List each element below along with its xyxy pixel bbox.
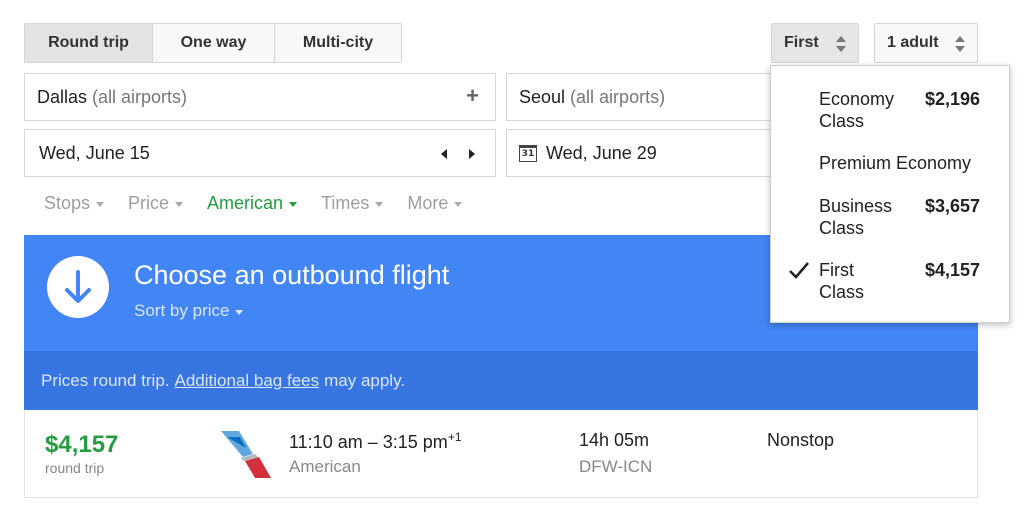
flight-times: 11:10 am – 3:15 pm+1: [289, 430, 462, 453]
flight-stops: Nonstop: [767, 430, 835, 450]
flight-result-row[interactable]: $4,157 round trip 11:10 am – 3:15 pm+1 A…: [24, 410, 978, 498]
notice-text-end: may apply.: [324, 370, 406, 390]
down-arrow-circle-icon: [47, 256, 109, 318]
arrow-left-icon[interactable]: [441, 149, 447, 159]
time-separator: –: [367, 432, 378, 452]
filter-stops[interactable]: Stops: [44, 193, 105, 214]
cabin-class-value: First: [784, 34, 819, 51]
option-price: $2,196: [924, 89, 980, 109]
select-arrows-icon: [955, 35, 965, 53]
day-offset: +1: [447, 430, 462, 444]
checkmark-icon: [788, 259, 810, 286]
return-date-value: Wed, June 29: [546, 142, 657, 163]
arrive-time: 3:15 pm: [382, 432, 448, 452]
destination-qualifier: (all airports): [570, 86, 666, 107]
depart-date-value: Wed, June 15: [39, 142, 150, 163]
destination-city: Seoul: [519, 86, 566, 107]
origin-qualifier: (all airports): [92, 86, 188, 107]
one-way-button[interactable]: One way: [153, 24, 275, 62]
caret-down-icon: [235, 309, 244, 315]
round-trip-button[interactable]: Round trip: [25, 24, 153, 62]
notice-text: Prices round trip.: [41, 370, 170, 390]
filter-more[interactable]: More: [407, 193, 463, 214]
caret-down-icon: [375, 202, 384, 207]
arrow-right-icon[interactable]: [469, 149, 475, 159]
filter-label: Times: [321, 193, 370, 213]
flight-price: $4,157: [45, 431, 119, 458]
filter-label: American: [207, 193, 284, 213]
filter-airline[interactable]: American: [207, 193, 298, 214]
filter-price[interactable]: Price: [128, 193, 184, 214]
sort-label: Sort by price: [134, 301, 230, 320]
american-airlines-logo: [219, 426, 275, 487]
banner-title: Choose an outbound flight: [134, 260, 450, 290]
cabin-option-business[interactable]: Business Class $3,657: [771, 195, 1009, 239]
flight-duration: 14h 05m: [579, 430, 650, 450]
date-nav: [441, 149, 475, 159]
price-note: round trip: [45, 460, 105, 476]
cabin-option-premium-economy[interactable]: Premium Economy: [771, 152, 1009, 174]
cabin-option-economy[interactable]: Economy Class $2,196: [771, 88, 1009, 132]
trip-type-selector: Round trip One way Multi-city: [24, 23, 402, 63]
option-label: Premium Economy: [819, 153, 972, 173]
airline-name: American: [289, 457, 361, 476]
filter-label: More: [407, 193, 449, 213]
multi-city-button[interactable]: Multi-city: [275, 24, 401, 62]
bag-fees-link[interactable]: Additional bag fees: [175, 371, 320, 391]
passengers-select[interactable]: 1 adult: [874, 23, 978, 63]
price-notice: Prices round trip. Additional bag fees m…: [24, 351, 978, 410]
caret-down-icon: [454, 202, 463, 207]
origin-city: Dallas: [37, 86, 88, 107]
depart-time: 11:10 am: [289, 432, 363, 452]
option-label: Economy Class: [819, 89, 895, 131]
option-price: $3,657: [924, 196, 980, 216]
filter-bar: Stops Price American Times More: [44, 193, 486, 214]
cabin-class-select[interactable]: First: [771, 23, 859, 63]
plus-icon[interactable]: +: [466, 85, 479, 107]
passengers-value: 1 adult: [887, 34, 939, 51]
option-price: $4,157: [924, 260, 980, 280]
depart-date-field[interactable]: Wed, June 15: [24, 129, 496, 177]
flight-route: DFW-ICN: [579, 457, 653, 476]
cabin-option-first[interactable]: First Class $4,157: [771, 259, 1009, 303]
option-label: First Class: [819, 260, 865, 302]
filter-label: Stops: [44, 193, 91, 213]
caret-down-icon: [175, 202, 184, 207]
cabin-class-dropdown: Economy Class $2,196 Premium Economy Busi…: [770, 65, 1010, 323]
select-arrows-icon: [836, 35, 846, 53]
filter-label: Price: [128, 193, 170, 213]
caret-down-icon: [96, 202, 105, 207]
filter-times[interactable]: Times: [321, 193, 384, 214]
calendar-icon: 31: [519, 144, 537, 162]
sort-by-dropdown[interactable]: Sort by price: [134, 301, 244, 321]
option-label: Business Class: [819, 196, 893, 238]
caret-down-icon: [289, 202, 298, 207]
origin-field[interactable]: Dallas (all airports) +: [24, 73, 496, 121]
